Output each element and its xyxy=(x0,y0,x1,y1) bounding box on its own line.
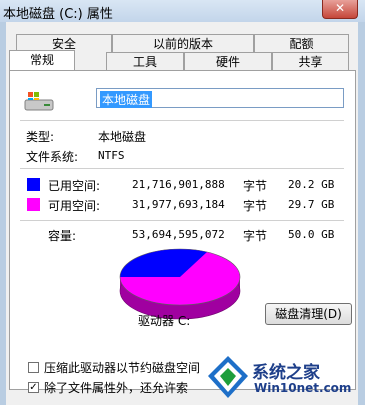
tab-previous-versions[interactable]: 以前的版本 xyxy=(112,34,254,52)
filesystem-value: NTFS xyxy=(98,149,125,162)
free-space-unit: 字节 xyxy=(243,199,268,213)
watermark-logo-icon xyxy=(208,356,248,398)
free-space-size: 29.7 GB xyxy=(288,198,335,211)
free-space-bytes: 31,977,693,184 xyxy=(132,198,225,211)
index-option-label: 除了文件属性外，还允许索 xyxy=(44,381,189,395)
capacity-size: 50.0 GB xyxy=(288,228,335,241)
title-bar: 本地磁盘 (C:) 属性 ✕ xyxy=(0,0,365,22)
tab-sharing[interactable]: 共享 xyxy=(272,52,349,70)
tab-tools[interactable]: 工具 xyxy=(106,52,184,70)
free-space-label: 可用空间: xyxy=(48,199,101,213)
compress-checkbox[interactable] xyxy=(28,362,39,373)
capacity-label: 容量: xyxy=(48,229,77,243)
tab-general[interactable]: 常规 xyxy=(9,50,75,70)
filesystem-label: 文件系统: xyxy=(26,150,79,164)
tab-hardware[interactable]: 硬件 xyxy=(184,52,272,70)
disk-cleanup-button[interactable]: 磁盘清理(D) xyxy=(265,303,352,325)
volume-name-input[interactable]: 本地磁盘 xyxy=(96,88,344,108)
capacity-bytes: 53,694,595,072 xyxy=(132,228,225,241)
used-space-label: 已用空间: xyxy=(48,179,101,193)
properties-dialog: 安全 以前的版本 配额 常规 工具 硬件 共享 本地磁盘 类型: 本地磁盘 文件… xyxy=(6,22,358,405)
used-space-size: 20.2 GB xyxy=(288,178,335,191)
watermark-brand: 系统之家 xyxy=(252,363,320,383)
capacity-unit: 字节 xyxy=(243,229,268,243)
compress-option-label: 压缩此驱动器以节约磁盘空间 xyxy=(44,361,201,375)
close-icon[interactable]: ✕ xyxy=(322,0,358,19)
drive-icon xyxy=(24,92,54,111)
volume-name-value[interactable]: 本地磁盘 xyxy=(100,91,153,108)
divider xyxy=(20,168,344,169)
index-checkbox[interactable]: ✓ xyxy=(28,382,39,393)
used-space-unit: 字节 xyxy=(243,179,268,193)
divider xyxy=(20,220,344,221)
free-space-swatch xyxy=(27,198,40,211)
window-title: 本地磁盘 (C:) 属性 xyxy=(3,7,113,22)
used-space-swatch xyxy=(27,178,40,191)
type-label: 类型: xyxy=(26,130,55,144)
used-space-bytes: 21,716,901,888 xyxy=(132,178,225,191)
tab-quota[interactable]: 配额 xyxy=(254,34,349,52)
drive-label: 驱动器 C: xyxy=(138,314,191,328)
divider xyxy=(20,120,344,121)
watermark-site: Win10net.com xyxy=(254,381,352,395)
type-value: 本地磁盘 xyxy=(98,130,147,144)
